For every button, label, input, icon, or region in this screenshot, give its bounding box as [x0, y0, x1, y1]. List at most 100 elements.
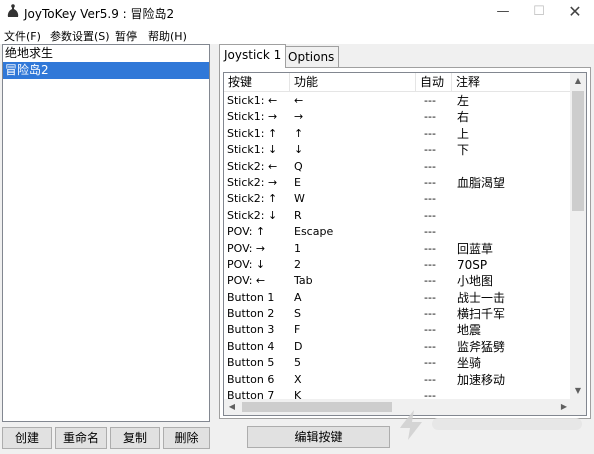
cell-function: Q	[294, 159, 303, 173]
cell-note: 监斧猛劈	[457, 339, 506, 354]
table-row[interactable]: Button 1 A --- 战士一击	[224, 290, 572, 306]
tab-panel: 按键 功能 自动 注释 Stick1: ← ← --- 左 Stick1: → → --- 右…	[219, 67, 591, 419]
cell-note: 横扫千军	[457, 307, 506, 322]
profile-item[interactable]: 绝地求生	[3, 45, 209, 62]
close-button[interactable]: ✕	[560, 0, 590, 26]
cell-auto: ---	[424, 159, 436, 173]
cell-auto: ---	[424, 389, 436, 399]
create-button[interactable]: 创建	[2, 427, 52, 449]
table-body: Stick1: ← ← --- 左 Stick1: → → --- 右 Stick1: ↑ ↑ --…	[224, 93, 572, 399]
watermark-logo-icon	[400, 410, 582, 440]
cell-function: W	[294, 192, 305, 206]
cell-key: Stick2: ←	[227, 159, 278, 173]
rename-button[interactable]: 重命名	[55, 427, 107, 449]
column-header-key[interactable]: 按键	[224, 73, 290, 92]
table-row[interactable]: Stick2: → E --- 血脂渴望	[224, 175, 572, 191]
delete-button[interactable]: 删除	[163, 427, 210, 449]
cell-key: Stick1: ↑	[227, 126, 278, 140]
cell-auto: ---	[424, 356, 436, 370]
cell-key: Stick1: ↓	[227, 143, 278, 157]
table-row[interactable]: Button 3 F --- 地震	[224, 322, 572, 338]
copy-button[interactable]: 复制	[110, 427, 160, 449]
cell-auto: ---	[424, 208, 436, 222]
button-assignment-list[interactable]: 按键 功能 自动 注释 Stick1: ← ← --- 左 Stick1: → → --- 右…	[223, 72, 587, 416]
cell-function: A	[294, 290, 302, 304]
table-row[interactable]: Button 4 D --- 监斧猛劈	[224, 339, 572, 355]
menu-bar: 文件(F) 参数设置(S) 暂停 帮助(H)	[0, 26, 594, 44]
menu-help[interactable]: 帮助(H)	[148, 28, 187, 44]
cell-function: →	[294, 110, 304, 124]
cell-note: 上	[457, 126, 470, 141]
cell-note: 坐骑	[457, 356, 482, 371]
table-row[interactable]: POV: ↓ 2 --- 70SP	[224, 257, 572, 273]
cell-auto: ---	[424, 192, 436, 206]
column-header-function[interactable]: 功能	[290, 73, 416, 92]
cell-function: X	[294, 372, 302, 386]
vertical-scrollbar[interactable]: ▲ ▼	[570, 73, 586, 399]
cell-key: Button 3	[227, 323, 275, 337]
tab-joystick-1[interactable]: Joystick 1	[219, 44, 287, 68]
column-header-auto[interactable]: 自动	[416, 73, 452, 92]
cell-note: 右	[457, 110, 470, 125]
edit-key-button[interactable]: 编辑按键	[247, 426, 390, 448]
menu-pause[interactable]: 暂停	[115, 28, 137, 44]
title-bar: JoyToKey Ver5.9 : 冒险岛2 — ☐ ✕	[0, 0, 594, 26]
menu-settings[interactable]: 参数设置(S)	[50, 28, 110, 44]
horizontal-scroll-thumb[interactable]	[242, 402, 392, 412]
cell-auto: ---	[424, 339, 436, 353]
cell-note: 下	[457, 143, 470, 158]
table-row[interactable]: Stick1: ↑ ↑ --- 上	[224, 126, 572, 142]
cell-note: 左	[457, 94, 470, 108]
cell-note: 地震	[457, 323, 482, 338]
cell-key: Stick1: →	[227, 110, 278, 124]
cell-key: POV: →	[227, 241, 266, 255]
table-row[interactable]: Button 6 X --- 加速移动	[224, 372, 572, 388]
cell-key: Stick2: →	[227, 175, 278, 189]
profile-item-selected[interactable]: 冒险岛2	[3, 62, 209, 79]
table-row[interactable]: Stick1: → → --- 右	[224, 109, 572, 125]
cell-function: ↓	[294, 143, 304, 157]
table-row[interactable]: Stick2: ↓ R ---	[224, 208, 572, 224]
cell-function: Tab	[294, 274, 313, 288]
tab-options[interactable]: Options	[283, 46, 340, 68]
cell-note: 70SP	[457, 257, 488, 272]
scroll-up-icon[interactable]: ▲	[570, 73, 586, 89]
cell-auto: ---	[424, 290, 436, 304]
cell-key: Button 1	[227, 290, 275, 304]
cell-function: 1	[294, 241, 301, 255]
table-row[interactable]: Stick2: ← Q ---	[224, 159, 572, 175]
cell-auto: ---	[424, 274, 436, 288]
table-row[interactable]: Button 2 S --- 横扫千军	[224, 306, 572, 322]
table-row[interactable]: Stick2: ↑ W ---	[224, 191, 572, 207]
table-row[interactable]: Button 7 K ---	[224, 388, 572, 399]
maximize-button[interactable]: ☐	[524, 0, 554, 26]
cell-auto: ---	[424, 241, 436, 255]
column-header-note[interactable]: 注释	[452, 73, 572, 92]
profile-list[interactable]: 绝地求生 冒险岛2	[2, 44, 210, 422]
scroll-left-icon[interactable]: ◀	[224, 399, 240, 415]
cell-auto: ---	[424, 372, 436, 386]
cell-auto: ---	[424, 307, 436, 321]
cell-key: Button 2	[227, 307, 275, 321]
cell-auto: ---	[424, 110, 436, 124]
table-row[interactable]: Stick1: ← ← --- 左	[224, 93, 572, 109]
cell-function: F	[294, 323, 301, 337]
scroll-down-icon[interactable]: ▼	[570, 383, 586, 399]
table-row[interactable]: POV: ↑ Escape ---	[224, 224, 572, 240]
table-row[interactable]: POV: ← Tab --- 小地图	[224, 273, 572, 289]
cell-note: 战士一击	[457, 290, 506, 305]
menu-file[interactable]: 文件(F)	[4, 28, 41, 44]
cell-key: Button 4	[227, 339, 275, 353]
cell-key: Button 7	[227, 389, 275, 399]
cell-function: 5	[294, 356, 301, 370]
table-row[interactable]: Stick1: ↓ ↓ --- 下	[224, 142, 572, 158]
minimize-button[interactable]: —	[488, 0, 518, 26]
cell-auto: ---	[424, 175, 436, 189]
table-row[interactable]: Button 5 5 --- 坐骑	[224, 355, 572, 371]
cell-key: POV: ↓	[227, 257, 266, 271]
window-title: JoyToKey Ver5.9 : 冒险岛2	[24, 7, 175, 21]
table-row[interactable]: POV: → 1 --- 回蓝草	[224, 241, 572, 257]
cell-key: Button 6	[227, 372, 275, 386]
cell-key: POV: ↑	[227, 225, 266, 239]
vertical-scroll-thumb[interactable]	[572, 91, 584, 211]
